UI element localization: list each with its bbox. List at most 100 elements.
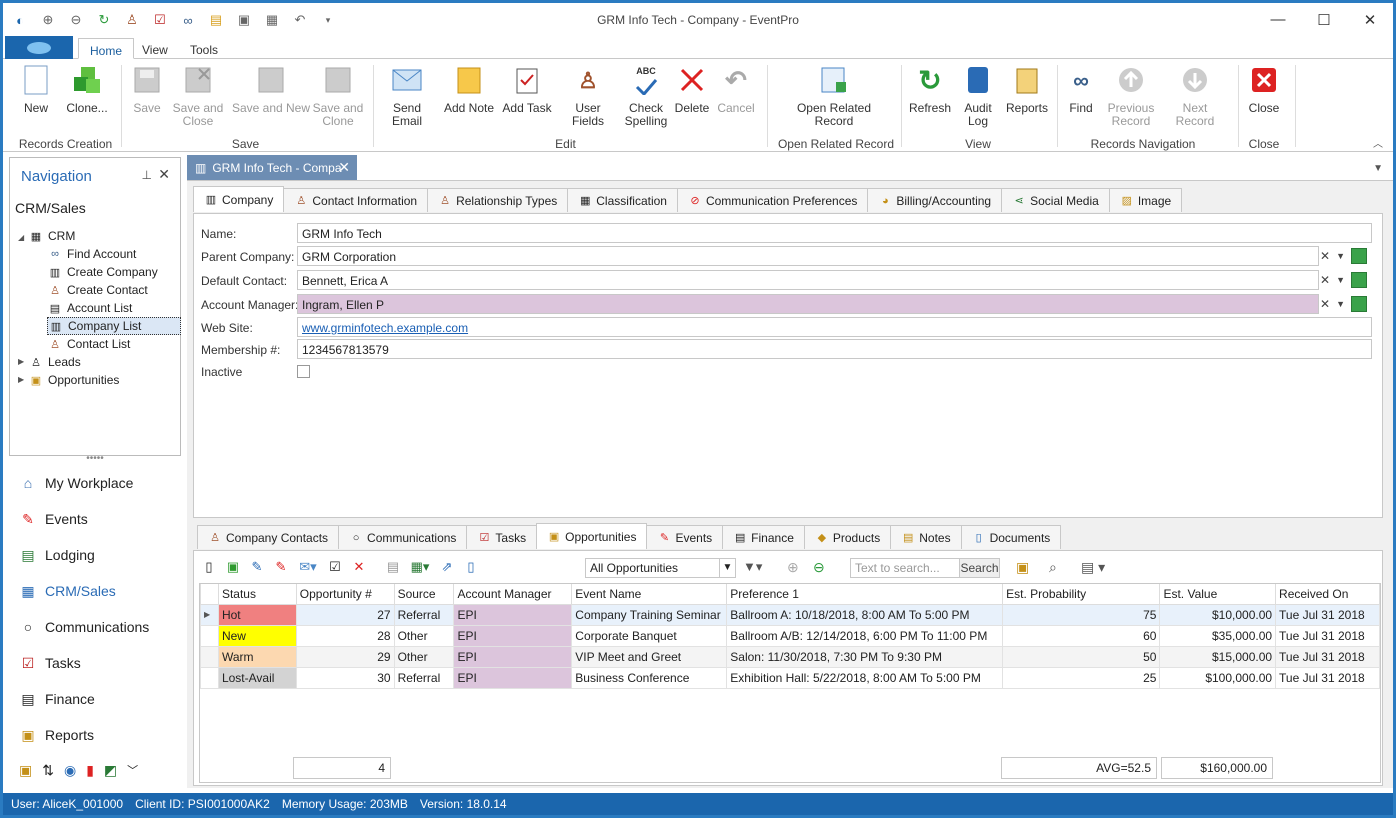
new-record-icon[interactable]: ▯ [197,557,221,577]
received-cell[interactable]: Tue Jul 31 2018 [1275,603,1380,626]
previous-record-button[interactable]: Previous Record [1101,65,1161,128]
tree-item-crm[interactable]: ▦ CRM [28,227,76,245]
maximize-button[interactable]: ☐ [1301,3,1347,36]
module-my-workplace[interactable]: ⌂ My Workplace [19,473,134,493]
membership-field[interactable]: 1234567813579 [297,339,1372,359]
chart-icon[interactable]: ▮ [86,762,94,779]
opportunity-cell[interactable]: 27 [295,603,395,626]
source-cell[interactable]: Referral [393,603,455,626]
manager-cell[interactable]: EPI [453,603,573,626]
module-lodging[interactable]: ▤ Lodging [19,545,94,565]
status-cell[interactable]: Hot [217,603,297,626]
save-and-clone-button[interactable]: Save and Clone [309,65,367,128]
tree-item-contact-list[interactable]: ♙ Contact List [47,335,130,353]
save-button[interactable]: Save [118,65,176,115]
trend-icon[interactable]: ◩ [104,762,117,779]
tab-image[interactable]: ▨ Image [1108,188,1183,212]
refresh-button[interactable]: ↻ Refresh [901,65,959,115]
add-note-button[interactable]: Add Note [440,65,498,115]
close-icon[interactable]: ✕ [158,166,170,183]
grid-search-input[interactable]: Text to search... Search [850,558,1000,578]
tab-tools[interactable]: Tools [179,38,229,59]
account-manager-field[interactable]: Ingram, Ellen P [297,294,1319,314]
module-events[interactable]: ✎ Events [19,509,88,529]
preference-cell[interactable]: Exhibition Hall: 5/22/2018, 8:00 AM To 5… [726,666,1004,689]
column-header-preference[interactable]: Preference 1 [726,584,1004,605]
module-finance[interactable]: ▤ Finance [19,689,94,709]
open-record-icon[interactable] [1350,272,1367,288]
probability-cell[interactable]: 25 [1002,666,1161,689]
document-menu-icon[interactable]: ▼ [1373,163,1383,174]
audit-icon[interactable]: ▯ [459,557,483,577]
column-header-probability[interactable]: Est. Probability [1002,584,1161,605]
name-field[interactable]: GRM Info Tech [297,223,1372,243]
module-crm-sales[interactable]: ▦ CRM/Sales [19,581,115,601]
collapse-arrow-icon[interactable]: ◢ [18,233,24,242]
preference-cell[interactable]: Salon: 11/30/2018, 7:30 PM To 9:30 PM [726,645,1004,668]
tree-item-company-list[interactable]: ▥ Company List [47,317,181,335]
save-and-new-button[interactable]: Save and New [231,65,311,115]
globe-icon[interactable]: ◉ [64,762,76,779]
tab-communication-preferences[interactable]: ⊘ Communication Preferences [676,188,869,212]
tree-item-create-contact[interactable]: ♙ Create Contact [47,281,148,299]
status-cell[interactable]: Warm [217,645,297,668]
close-tab-icon[interactable]: ✕ [338,159,350,176]
clone-icon[interactable]: ▣ [221,557,245,577]
resources-icon[interactable]: ▣ [19,762,32,779]
module-reports[interactable]: ▣ Reports [19,725,94,745]
opportunity-cell[interactable]: 30 [295,666,395,689]
clear-icon[interactable]: ✕ [1320,249,1330,263]
arrow-up-icon[interactable]: ⊕ [787,559,799,576]
document-tab[interactable]: ▥ GRM Info Tech - Compa ✕ [187,155,357,180]
chevron-down-icon[interactable]: ﹀ [127,762,138,779]
received-cell[interactable]: Tue Jul 31 2018 [1275,624,1380,647]
opportunity-filter-dropdown[interactable]: All Opportunities ▼ [585,558,736,578]
minimize-button[interactable]: — [1255,3,1301,36]
tab-billing-accounting[interactable]: ◕ Billing/Accounting [867,188,1003,212]
report-icon[interactable]: ▣ [1016,559,1029,576]
expand-arrow-icon[interactable]: ▶ [18,357,24,366]
column-header-source[interactable]: Source [393,584,455,605]
manager-cell[interactable]: EPI [453,666,573,689]
tab-opportunities[interactable]: ▣ Opportunities [536,523,648,549]
tab-relationship-types[interactable]: ♙ Relationship Types [427,188,569,212]
email-icon[interactable]: ✉▾ [293,557,323,577]
tree-item-create-company[interactable]: ▥ Create Company [47,263,158,281]
clear-icon[interactable]: ✕ [1320,297,1330,311]
tab-events[interactable]: ✎ Events [646,525,724,549]
table-row[interactable]: Lost-Avail 30 Referral EPI Business Conf… [200,666,1380,689]
manager-cell[interactable]: EPI [453,624,573,647]
tab-company[interactable]: ▥ Company [193,186,285,212]
probability-cell[interactable]: 75 [1002,603,1161,626]
open-record-icon[interactable] [1350,296,1367,312]
event-cell[interactable]: Business Conference [571,666,728,689]
audit-log-button[interactable]: Audit Log [953,65,1003,128]
user-fields-button[interactable]: ♙ User Fields [559,65,617,128]
source-cell[interactable]: Referral [393,666,455,689]
pin-icon[interactable]: ⊥ [142,168,152,182]
clear-icon[interactable]: ✕ [1320,273,1330,287]
tree-item-leads[interactable]: ♙ Leads [28,353,81,371]
tab-notes[interactable]: ▤ Notes [890,525,962,549]
tab-tasks[interactable]: ☑ Tasks [466,525,538,549]
expand-arrow-icon[interactable]: ▶ [18,375,24,384]
probability-cell[interactable]: 50 [1002,645,1161,668]
columns-icon[interactable]: ▦▾ [405,557,435,577]
module-tasks[interactable]: ☑ Tasks [19,653,81,673]
inactive-checkbox[interactable] [297,365,310,378]
received-cell[interactable]: Tue Jul 31 2018 [1275,645,1380,668]
table-row[interactable]: New 28 Other EPI Corporate Banquet Ballr… [200,624,1380,647]
find-icon[interactable]: ⌕ [1049,559,1057,576]
tab-products[interactable]: ◆ Products [803,525,892,549]
app-menu-button[interactable] [5,36,73,59]
status-cell[interactable]: Lost-Avail [217,666,297,689]
value-cell[interactable]: $15,000.00 [1159,645,1277,668]
opportunity-cell[interactable]: 29 [295,645,395,668]
tab-finance[interactable]: ▤ Finance [722,525,805,549]
preference-cell[interactable]: Ballroom A/B: 12/14/2018, 6:00 PM To 11:… [726,624,1004,647]
event-cell[interactable]: Corporate Banquet [571,624,728,647]
pushpin-icon[interactable]: ✎ [269,557,293,577]
filter-icon[interactable]: ▼▾ [743,559,762,575]
column-header-received[interactable]: Received On [1275,584,1380,605]
delete-icon[interactable]: ✕ [347,557,371,577]
